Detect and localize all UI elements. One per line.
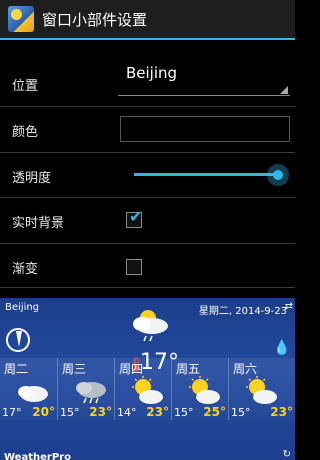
sun-cloud-icon — [132, 376, 163, 404]
humidity-drop-icon: 💧 — [273, 340, 291, 356]
weather-widget-preview[interactable]: Beijing 星期二, 2014-9-23 ⇄ 🌡 17° 💧 周二 17° … — [0, 298, 295, 460]
checkmark-icon: ✔ — [129, 207, 143, 226]
sun-cloud-icon — [189, 376, 220, 404]
forecast-day-name: 周六 — [233, 362, 258, 376]
weather-app-icon[interactable] — [8, 6, 34, 32]
forecast-low: 17° — [2, 406, 22, 419]
forecast-high: 23° — [89, 405, 112, 419]
forecast-day-name: 周四 — [119, 362, 144, 376]
divider — [0, 287, 295, 288]
rain-cloud-icon — [76, 382, 106, 404]
widget-city: Beijing — [5, 302, 40, 313]
forecast-day-name: 周五 — [176, 362, 201, 376]
forecast-low: 15° — [231, 406, 251, 419]
transparency-label: 透明度 — [12, 171, 52, 186]
spinner-underline — [118, 95, 290, 96]
location-value: Beijing — [126, 64, 178, 82]
forecast-day: 周六 15° 23° — [228, 358, 295, 420]
forecast-high: 23° — [270, 405, 293, 419]
gradient-checkbox[interactable] — [126, 259, 142, 275]
page-title: 窗口小部件设置 — [42, 10, 148, 29]
location-spinner[interactable]: Beijing — [118, 58, 290, 98]
dropdown-caret-icon — [280, 86, 288, 94]
divider — [0, 106, 295, 107]
forecast-low: 15° — [174, 406, 194, 419]
sun-cloud-icon — [246, 376, 277, 404]
cloud-icon — [18, 386, 48, 402]
forecast-day: 周四 14° 23° — [114, 358, 171, 420]
forecast-low: 15° — [60, 406, 80, 419]
wind-direction-icon — [6, 328, 30, 352]
widget-date: 星期二, 2014-9-23 — [198, 306, 287, 317]
forecast-high: 25° — [203, 405, 226, 419]
divider — [0, 243, 295, 244]
live-background-label: 实时背景 — [12, 216, 65, 231]
forecast-day: 周五 15° 25° — [171, 358, 228, 420]
forecast-day-name: 周三 — [62, 362, 87, 376]
refresh-icon[interactable]: ↻ — [283, 449, 291, 460]
forecast-low: 14° — [117, 406, 137, 419]
forecast-high: 20° — [32, 405, 55, 419]
transparency-slider-thumb[interactable] — [267, 164, 289, 186]
sync-icon: ⇄ — [284, 301, 293, 312]
forecast-high: 23° — [146, 405, 169, 419]
gradient-label: 渐变 — [12, 262, 39, 277]
color-label: 颜色 — [12, 125, 39, 140]
transparency-slider-track[interactable] — [134, 173, 278, 176]
forecast-strip: 周二 17° 20° 周三 15° 23° 周四 14° 23° 周五 15° … — [0, 358, 295, 422]
divider — [0, 152, 295, 153]
brand-logo: WeatherPro — [4, 452, 71, 460]
color-picker[interactable] — [120, 116, 290, 142]
live-background-checkbox[interactable]: ✔ — [126, 207, 143, 228]
sun-cloud-rain-icon — [133, 310, 168, 342]
forecast-day: 周三 15° 23° — [57, 358, 114, 420]
location-label: 位置 — [12, 79, 39, 94]
action-bar: 窗口小部件设置 — [0, 0, 295, 40]
forecast-day-name: 周二 — [4, 362, 29, 376]
forecast-day: 周二 17° 20° — [0, 358, 57, 420]
divider — [0, 197, 295, 198]
